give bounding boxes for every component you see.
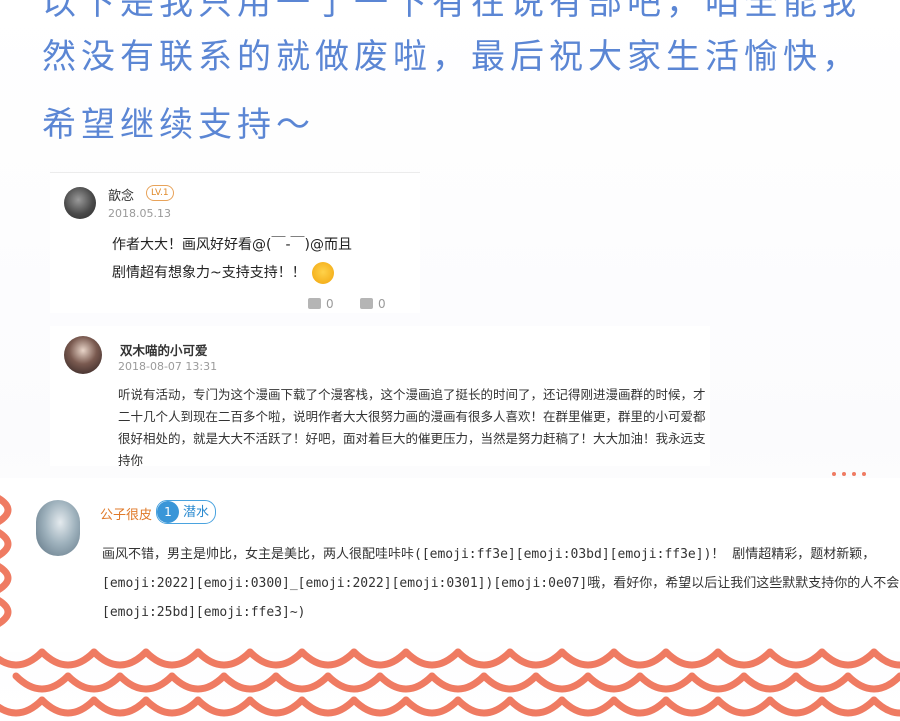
scallop-arc — [298, 648, 358, 669]
scallop-arc — [454, 696, 514, 717]
scallop-arc — [220, 672, 280, 693]
scallop-arc — [480, 672, 540, 693]
reply-count: 0 — [378, 297, 386, 311]
scallop-arc — [0, 648, 46, 669]
scallop-arc — [402, 696, 462, 717]
like-button[interactable]: 0 — [308, 297, 334, 311]
comment-date: 2018-08-07 13:31 — [118, 360, 218, 373]
scallop-arc — [844, 672, 900, 693]
scallop-arc — [740, 672, 800, 693]
scallop-arc — [90, 696, 150, 717]
scallop-arc — [324, 672, 384, 693]
scallop-arc — [246, 648, 306, 669]
scallop-arc — [818, 648, 878, 669]
comment-line-2-text: 剧情超有想象力~支持支持！！ — [112, 265, 306, 281]
scallop-arc — [168, 672, 228, 693]
scallop-arc — [454, 648, 514, 669]
thumbs-up-icon — [308, 298, 321, 309]
scallop-arc — [90, 648, 150, 669]
scallop-arc — [662, 696, 722, 717]
comment-line-2: [emoji:2022][emoji:0300]_[emoji:2022][em… — [102, 576, 900, 591]
comment-card-3: 公子很皮 1 潜水 画风不错，男主是帅比，女主是美比，两人很配哇咔咔([emoji… — [0, 478, 900, 652]
comment-body: 作者大大！画风好好看@(￣-￣)@而且 剧情超有想象力~支持支持！！ — [112, 231, 352, 287]
scallop-arc — [12, 672, 72, 693]
scallop-arc — [870, 696, 900, 717]
avatar[interactable] — [36, 500, 80, 556]
scallop-arc — [298, 696, 358, 717]
header-text-line-2: 希望继续支持～ — [42, 105, 315, 145]
avatar[interactable] — [64, 187, 96, 219]
face-emoji-icon — [311, 262, 334, 284]
level-badge: LV.1 — [146, 185, 174, 201]
scallop-arc — [662, 648, 722, 669]
scallop-arc — [38, 696, 98, 717]
scallop-arc — [818, 696, 878, 717]
comment-line-1: 画风不错，男主是帅比，女主是美比，两人很配哇咔咔([emoji:ff3e][em… — [102, 547, 876, 562]
scallop-arc — [714, 648, 774, 669]
comment-username[interactable]: 双木喵的小可爱 — [120, 340, 208, 359]
scallop-border-left — [0, 495, 12, 627]
scallop-arc — [142, 696, 202, 717]
header-text-line-0: 以下是我只用一了一下有在说有部吧，咱全能我 — [42, 0, 861, 23]
scallop-arc — [584, 672, 644, 693]
decorative-dots — [832, 472, 866, 476]
scallop-arc — [116, 672, 176, 693]
scallop-arc — [0, 696, 46, 717]
scallop-arc — [142, 648, 202, 669]
comment-username[interactable]: 歆念 — [108, 185, 134, 204]
rank-label: 潜水 — [183, 505, 210, 520]
scallop-arc — [870, 648, 900, 669]
scallop-arc — [402, 648, 462, 669]
comment-card-2: 双木喵的小可爱 2018-08-07 13:31 听说有活动，专门为这个漫画下载… — [50, 326, 710, 468]
scallop-arc — [766, 648, 826, 669]
scallop-arc — [350, 648, 410, 669]
avatar[interactable] — [64, 336, 102, 374]
comment-line-1: 作者大大！画风好好看@(￣-￣)@而且 — [112, 237, 352, 253]
comment-body: 听说有活动，专门为这个漫画下载了个漫客栈，这个漫画追了挺长的时间了，还记得刚进漫… — [118, 387, 706, 468]
scallop-arc — [38, 648, 98, 669]
scallop-arc — [64, 672, 124, 693]
comment-date: 2018.05.13 — [108, 207, 171, 220]
scallop-arc — [792, 672, 852, 693]
header-text-line-1: 然没有联系的就做废啦，最后祝大家生活愉快， — [42, 37, 861, 77]
comment-line-3: [emoji:25bd][emoji:ffe3]~) — [102, 605, 306, 620]
comment-card-1: 歆念 LV.1 2018.05.13 作者大大！画风好好看@(￣-￣)@而且 剧… — [50, 172, 420, 313]
scallop-arc — [636, 672, 696, 693]
scallop-arc — [246, 696, 306, 717]
scallop-arc — [558, 696, 618, 717]
like-count: 0 — [326, 297, 334, 311]
scallop-border-bottom — [0, 648, 900, 717]
comment-body: 画风不错，男主是帅比，女主是美比，两人很配哇咔咔([emoji:ff3e][em… — [102, 540, 900, 627]
scallop-arc — [350, 696, 410, 717]
reply-button[interactable]: 0 — [360, 297, 386, 311]
scallop-arc — [610, 648, 670, 669]
scallop-arc — [506, 696, 566, 717]
comment-bubble-icon — [360, 298, 373, 309]
scallop-arc — [506, 648, 566, 669]
scallop-arc — [376, 672, 436, 693]
scallop-arc — [688, 672, 748, 693]
scallop-arc — [766, 696, 826, 717]
rank-badge: 1 潜水 — [156, 500, 217, 524]
scallop-arc — [272, 672, 332, 693]
scallop-arc — [532, 672, 592, 693]
comment-line-2: 剧情超有想象力~支持支持！！ — [112, 259, 352, 287]
scallop-arc — [714, 696, 774, 717]
scallop-arc — [610, 696, 670, 717]
comment-username[interactable]: 公子很皮 — [100, 504, 152, 523]
rank-number: 1 — [157, 501, 179, 523]
scallop-arc — [428, 672, 488, 693]
scallop-arc — [194, 696, 254, 717]
scallop-arc — [194, 648, 254, 669]
scallop-arc — [558, 648, 618, 669]
